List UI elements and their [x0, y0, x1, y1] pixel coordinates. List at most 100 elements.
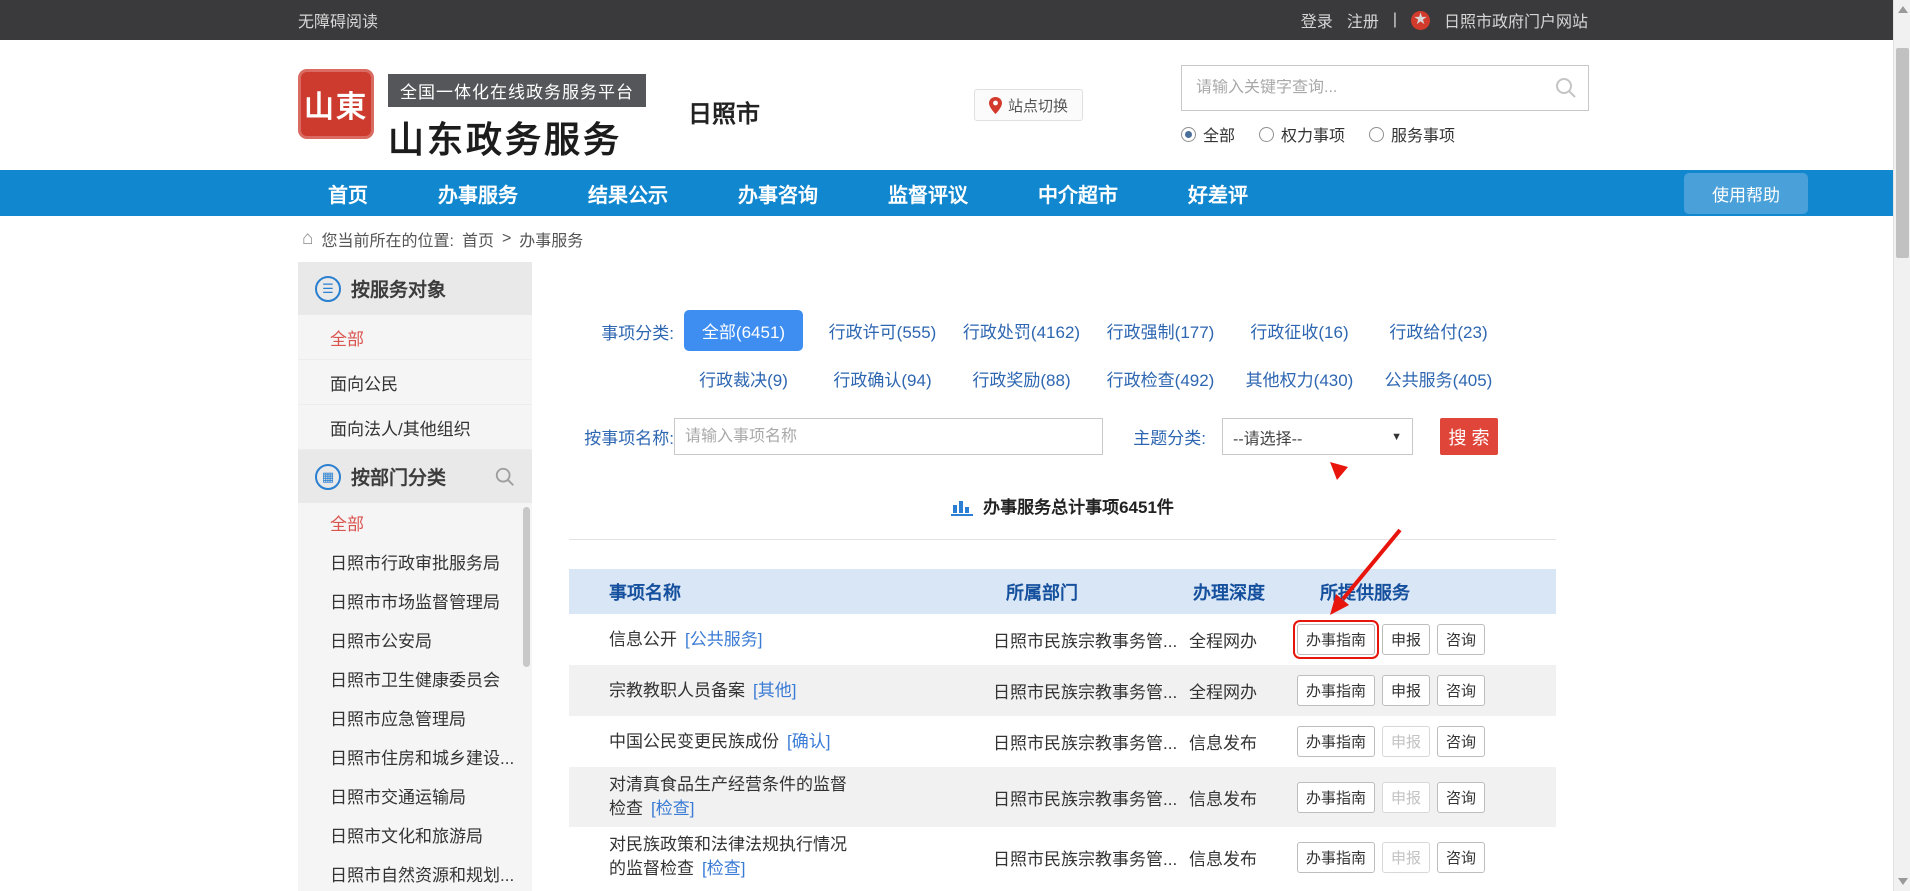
nav-item-home[interactable]: 首页	[328, 179, 368, 208]
dept-item[interactable]: 日照市应急管理局	[298, 698, 532, 737]
theme-select-value: --请选择--	[1233, 425, 1302, 449]
theme-filter-label: 主题分类:	[1121, 424, 1206, 449]
site-header: 山東 全国一体化在线政务服务平台 山东政务服务 日照市 站点切换 全部	[0, 40, 1910, 170]
apply-button[interactable]: 申报	[1382, 624, 1430, 655]
scope-label: 全部	[1203, 122, 1235, 146]
item-tag-link[interactable]: [确认]	[787, 732, 830, 751]
scope-radio-service[interactable]: 服务事项	[1369, 122, 1455, 146]
sidebar-item-legal-person[interactable]: 面向法人/其他组织	[298, 405, 532, 450]
chevron-down-icon: ▼	[1391, 431, 1402, 443]
item-name: 信息公开	[609, 630, 677, 649]
help-button[interactable]: 使用帮助	[1684, 173, 1808, 214]
header-item-name: 事项名称	[569, 579, 984, 605]
dept-item[interactable]: 日照市文化和旅游局	[298, 815, 532, 854]
brand-title: 山东政务服务	[388, 111, 646, 163]
theme-select[interactable]: --请选择-- ▼	[1222, 418, 1413, 455]
category-public-service[interactable]: 公共服务(405)	[1385, 366, 1493, 391]
guide-button[interactable]: 办事指南	[1297, 842, 1375, 873]
category-collection[interactable]: 行政征收(16)	[1250, 318, 1348, 343]
summary-text: 办事服务总计事项6451件	[983, 493, 1174, 518]
divider	[569, 539, 1556, 540]
nav-item-intermediary[interactable]: 中介超市	[1038, 179, 1118, 208]
guide-button[interactable]: 办事指南	[1297, 624, 1375, 655]
search-icon[interactable]	[1554, 76, 1578, 100]
item-depth: 信息发布	[1189, 785, 1289, 810]
category-confirmation[interactable]: 行政确认(94)	[833, 366, 931, 391]
register-link[interactable]: 注册	[1347, 8, 1379, 32]
category-other-power[interactable]: 其他权力(430)	[1246, 366, 1354, 391]
department-list: 全部 日照市行政审批服务局 日照市市场监督管理局 日照市公安局 日照市卫生健康委…	[298, 503, 532, 891]
category-punishment[interactable]: 行政处罚(4162)	[963, 318, 1080, 343]
item-tag-link[interactable]: [检查]	[651, 799, 694, 818]
search-button[interactable]: 搜 索	[1440, 418, 1498, 455]
header-department: 所属部门	[984, 579, 1189, 605]
guide-button[interactable]: 办事指南	[1297, 675, 1375, 706]
nav-item-consult[interactable]: 办事咨询	[738, 179, 818, 208]
items-table: 事项名称 所属部门 办理深度 所提供服务 信息公开[公共服务] 日照市民族宗教事…	[569, 569, 1556, 887]
sidebar-scrollbar[interactable]	[523, 507, 530, 667]
nav-item-results[interactable]: 结果公示	[588, 179, 668, 208]
sidebar-item-citizen[interactable]: 面向公民	[298, 360, 532, 405]
guide-button[interactable]: 办事指南	[1297, 726, 1375, 757]
bar-chart-icon	[951, 496, 973, 516]
item-depth: 全程网办	[1189, 678, 1289, 703]
accessibility-link[interactable]: 无障碍阅读	[298, 8, 378, 32]
dept-item[interactable]: 日照市卫生健康委员会	[298, 659, 532, 698]
consult-button[interactable]: 咨询	[1437, 782, 1485, 813]
login-link[interactable]: 登录	[1301, 8, 1333, 32]
sidebar-item-all[interactable]: 全部	[298, 315, 532, 360]
item-tag-link[interactable]: [公共服务]	[685, 630, 762, 649]
category-adjudication[interactable]: 行政裁决(9)	[699, 366, 788, 391]
nav-item-review[interactable]: 好差评	[1188, 179, 1248, 208]
consult-button[interactable]: 咨询	[1437, 726, 1485, 757]
dept-item[interactable]: 日照市公安局	[298, 620, 532, 659]
nav-item-services[interactable]: 办事服务	[438, 179, 518, 208]
category-inspection[interactable]: 行政检查(492)	[1107, 366, 1215, 391]
item-name-input[interactable]	[674, 418, 1103, 455]
item-depth: 全程网办	[1189, 627, 1289, 652]
category-payment[interactable]: 行政给付(23)	[1389, 318, 1487, 343]
breadcrumb-home-link[interactable]: 首页	[462, 227, 494, 251]
dept-item[interactable]: 日照市交通运输局	[298, 776, 532, 815]
platform-badge: 全国一体化在线政务服务平台	[388, 74, 646, 107]
dept-item-all[interactable]: 全部	[298, 503, 532, 542]
name-filter-label: 按事项名称:	[569, 424, 674, 449]
item-department: 日照市民族宗教事务管...	[984, 785, 1189, 810]
dept-item[interactable]: 日照市市场监督管理局	[298, 581, 532, 620]
scrollbar-thumb[interactable]	[1896, 48, 1909, 258]
site-switch-button[interactable]: 站点切换	[974, 89, 1083, 121]
item-name: 中国公民变更民族成份	[609, 732, 779, 751]
consult-button[interactable]: 咨询	[1437, 675, 1485, 706]
breadcrumb-prefix: 您当前所在的位置:	[321, 227, 453, 251]
radio-icon	[1369, 127, 1384, 142]
dept-item[interactable]: 日照市自然资源和规划...	[298, 854, 532, 891]
portal-link[interactable]: 日照市政府门户网站	[1444, 8, 1588, 32]
item-tag-link[interactable]: [其他]	[753, 681, 796, 700]
category-license[interactable]: 行政许可(555)	[829, 318, 937, 343]
consult-button[interactable]: 咨询	[1437, 624, 1485, 655]
apply-button[interactable]: 申报	[1382, 675, 1430, 706]
scope-radio-all[interactable]: 全部	[1181, 122, 1235, 146]
nav-item-supervision[interactable]: 监督评议	[888, 179, 968, 208]
radio-selected-icon	[1181, 127, 1196, 142]
category-coercion[interactable]: 行政强制(177)	[1107, 318, 1215, 343]
dept-item[interactable]: 日照市住房和城乡建设...	[298, 737, 532, 776]
apply-button-disabled: 申报	[1382, 782, 1430, 813]
scope-radio-power[interactable]: 权力事项	[1259, 122, 1345, 146]
national-emblem-icon: ★	[1411, 11, 1430, 30]
guide-button[interactable]: 办事指南	[1297, 782, 1375, 813]
item-tag-link[interactable]: [检查]	[702, 859, 745, 878]
category-reward[interactable]: 行政奖励(88)	[972, 366, 1070, 391]
page-scrollbar[interactable]	[1893, 0, 1910, 891]
item-depth: 信息发布	[1189, 845, 1289, 870]
summary-row: 办事服务总计事项6451件	[569, 493, 1556, 518]
breadcrumb-current[interactable]: 办事服务	[519, 227, 583, 251]
scroll-down-icon[interactable]	[1898, 878, 1908, 885]
dept-item[interactable]: 日照市行政审批服务局	[298, 542, 532, 581]
consult-button[interactable]: 咨询	[1437, 842, 1485, 873]
keyword-search-input[interactable]	[1196, 79, 1554, 97]
category-all[interactable]: 全部(6451)	[684, 310, 803, 351]
logo-seal: 山東	[298, 69, 374, 139]
scroll-up-icon[interactable]	[1898, 6, 1908, 13]
department-search-icon[interactable]	[494, 466, 516, 488]
